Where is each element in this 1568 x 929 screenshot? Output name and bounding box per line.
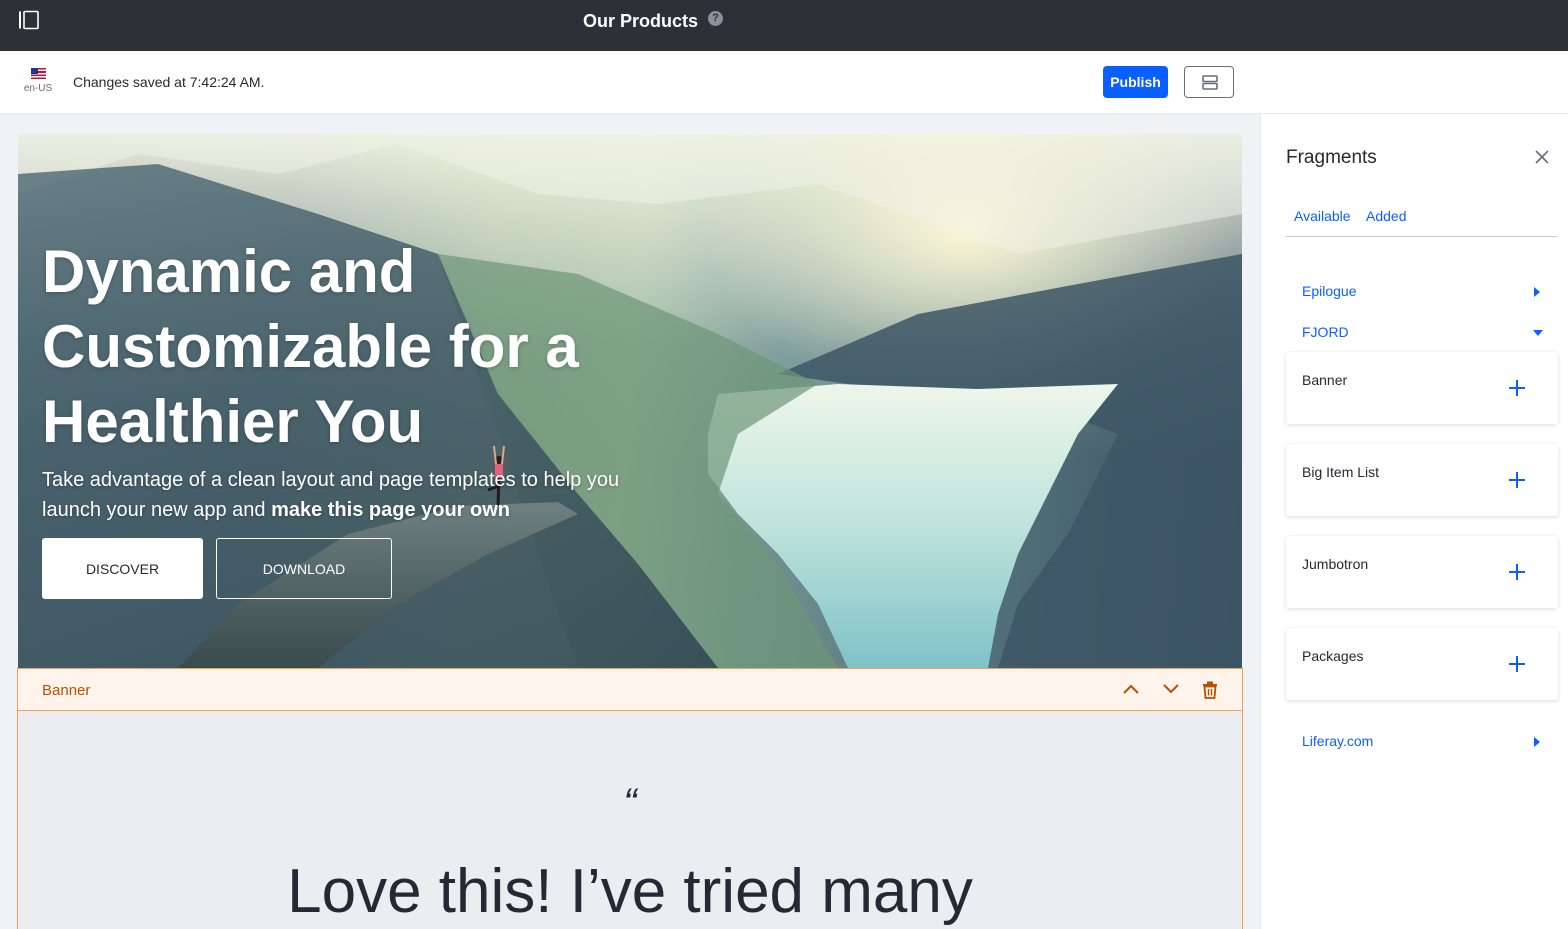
close-icon[interactable] xyxy=(1535,150,1549,164)
collection-label: Liferay.com xyxy=(1302,733,1374,749)
fragment-card-name: Packages xyxy=(1302,648,1364,664)
discover-button[interactable]: DISCOVER xyxy=(42,538,203,599)
fragment-name: Banner xyxy=(42,682,91,699)
language-code: en-US xyxy=(23,83,53,94)
testimonial-text: Love this! I’ve tried many xyxy=(287,857,973,926)
editor-toolbar: en-US Changes saved at 7:42:24 AM. Publi… xyxy=(0,51,1568,114)
panel-title: Fragments xyxy=(1286,147,1377,168)
fragment-card-name: Jumbotron xyxy=(1302,556,1369,572)
us-flag-icon xyxy=(30,68,46,79)
testimonial-section[interactable]: “ Love this! I’ve tried many xyxy=(17,711,1243,929)
help-icon[interactable]: ? xyxy=(708,11,723,26)
sidebar-toggle-icon[interactable] xyxy=(18,10,40,30)
page-title: Our Products xyxy=(583,11,699,31)
rows-layout-icon xyxy=(1202,75,1218,90)
fragments-panel: Fragments Available Added Epilogue FJORD… xyxy=(1260,114,1568,929)
hero-subtitle: Take advantage of a clean layout and pag… xyxy=(42,465,622,525)
fragment-card-jumbotron[interactable]: Jumbotron xyxy=(1286,536,1558,608)
collection-label: Epilogue xyxy=(1302,283,1357,299)
publish-button[interactable]: Publish xyxy=(1103,66,1168,98)
move-down-icon[interactable] xyxy=(1162,682,1180,696)
top-bar: Our Products ? xyxy=(0,0,1568,51)
panel-tabs: Available Added xyxy=(1286,208,1558,237)
hero-title: Dynamic and Customizable for a Healthier… xyxy=(42,238,579,455)
layout-toggle-button[interactable] xyxy=(1184,66,1234,98)
tab-available[interactable]: Available xyxy=(1294,208,1351,224)
fragment-card-packages[interactable]: Packages xyxy=(1286,628,1558,700)
fragment-topper[interactable]: Banner xyxy=(17,668,1243,711)
caret-down-icon[interactable] xyxy=(1533,329,1543,337)
add-icon[interactable] xyxy=(1508,655,1526,673)
quote-mark: “ xyxy=(623,781,637,825)
fragment-card-name: Banner xyxy=(1302,372,1348,388)
language-selector[interactable]: en-US xyxy=(22,68,54,94)
fragment-card-big-item-list[interactable]: Big Item List xyxy=(1286,444,1558,516)
collection-liferay[interactable]: Liferay.com xyxy=(1302,733,1373,749)
collection-label: FJORD xyxy=(1302,324,1349,340)
hero-banner[interactable]: Dynamic and Customizable for a Healthier… xyxy=(18,134,1242,668)
caret-right-icon[interactable] xyxy=(1533,287,1541,297)
add-icon[interactable] xyxy=(1508,471,1526,489)
save-status: Changes saved at 7:42:24 AM. xyxy=(73,74,265,90)
hero-subtitle-bold: make this page your own xyxy=(271,499,511,521)
move-up-icon[interactable] xyxy=(1122,682,1140,696)
tab-added[interactable]: Added xyxy=(1366,208,1406,224)
fragment-card-name: Big Item List xyxy=(1302,464,1380,480)
fragment-card-banner[interactable]: Banner xyxy=(1286,352,1558,424)
caret-right-icon[interactable] xyxy=(1533,737,1541,747)
add-icon[interactable] xyxy=(1508,379,1526,397)
download-button[interactable]: DOWNLOAD xyxy=(216,538,392,599)
add-icon[interactable] xyxy=(1508,563,1526,581)
trash-icon[interactable] xyxy=(1202,681,1218,699)
collection-fjord[interactable]: FJORD xyxy=(1302,324,1349,340)
collection-epilogue[interactable]: Epilogue xyxy=(1302,283,1357,299)
